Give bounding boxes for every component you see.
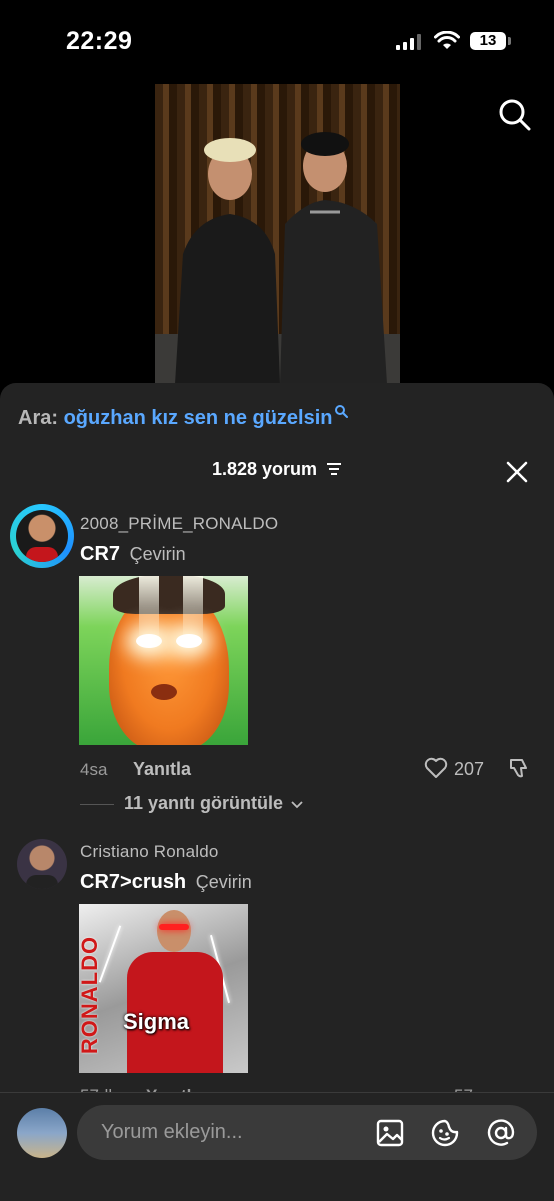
search-suggestion-query[interactable]: oğuzhan kız sen ne güzelsin	[64, 407, 333, 429]
search-suggestion-icon	[334, 405, 348, 418]
comments-panel: Ara: oğuzhan kız sen ne güzelsin 1.828 y…	[0, 383, 554, 1200]
comment-input[interactable]: Yorum ekleyin...	[77, 1105, 537, 1160]
avatar[interactable]	[16, 510, 68, 562]
translate-link[interactable]: Çevirin	[130, 544, 186, 564]
translate-link[interactable]: Çevirin	[196, 872, 252, 892]
mention-icon[interactable]	[486, 1118, 516, 1148]
search-suggestion-prefix: Ara:	[18, 407, 59, 429]
image-side-text: RONALDO	[79, 935, 103, 1055]
comment-text: CR7>crush Çevirin	[80, 871, 252, 894]
status-bar: 22:29 13	[0, 0, 554, 80]
reply-button[interactable]: Yanıtla	[133, 759, 191, 780]
avatar[interactable]	[17, 839, 67, 889]
image-icon[interactable]	[375, 1118, 405, 1148]
battery-tip	[508, 37, 511, 45]
replies-divider	[80, 804, 114, 805]
comment-username[interactable]: Cristiano Ronaldo	[80, 842, 219, 862]
close-icon[interactable]	[506, 461, 528, 483]
comment-count: 1.828 yorum	[211, 459, 318, 479]
chevron-down-icon	[291, 801, 303, 809]
comment-image[interactable]	[79, 576, 248, 745]
wifi-icon	[434, 31, 460, 49]
comment-input-placeholder: Yorum ekleyin...	[101, 1121, 243, 1143]
battery-indicator: 13	[470, 32, 506, 50]
comment-composer: Yorum ekleyin...	[0, 1092, 554, 1201]
comment-username[interactable]: 2008_PRİME_RONALDO	[80, 514, 278, 534]
video-preview[interactable]	[155, 84, 400, 394]
view-replies-button[interactable]: 11 yanıtı görüntüle	[124, 793, 303, 814]
comment-time: 4sa	[80, 760, 108, 779]
comments-header[interactable]: 1.828 yorum	[0, 459, 554, 480]
comment-body: CR7	[80, 543, 121, 565]
image-caption: Sigma	[123, 1009, 190, 1034]
emoji-icon[interactable]	[430, 1118, 460, 1148]
sort-icon[interactable]	[326, 462, 342, 476]
comment-text: CR7 Çevirin	[80, 543, 186, 566]
search-suggestion[interactable]: Ara: oğuzhan kız sen ne güzelsin	[18, 405, 348, 430]
current-user-avatar	[17, 1108, 67, 1158]
cellular-signal-icon	[396, 34, 421, 50]
heart-icon[interactable]	[424, 757, 448, 779]
search-icon[interactable]	[496, 96, 534, 134]
people-silhouette	[175, 132, 387, 384]
view-replies-label: 11 yanıtı görüntüle	[124, 793, 284, 813]
dislike-icon[interactable]	[508, 756, 532, 780]
comment-image[interactable]: RONALDO Sigma	[79, 904, 248, 1073]
like-count: 207	[454, 759, 485, 779]
comment-body: CR7>crush	[80, 871, 187, 893]
status-time: 22:29	[66, 27, 133, 55]
